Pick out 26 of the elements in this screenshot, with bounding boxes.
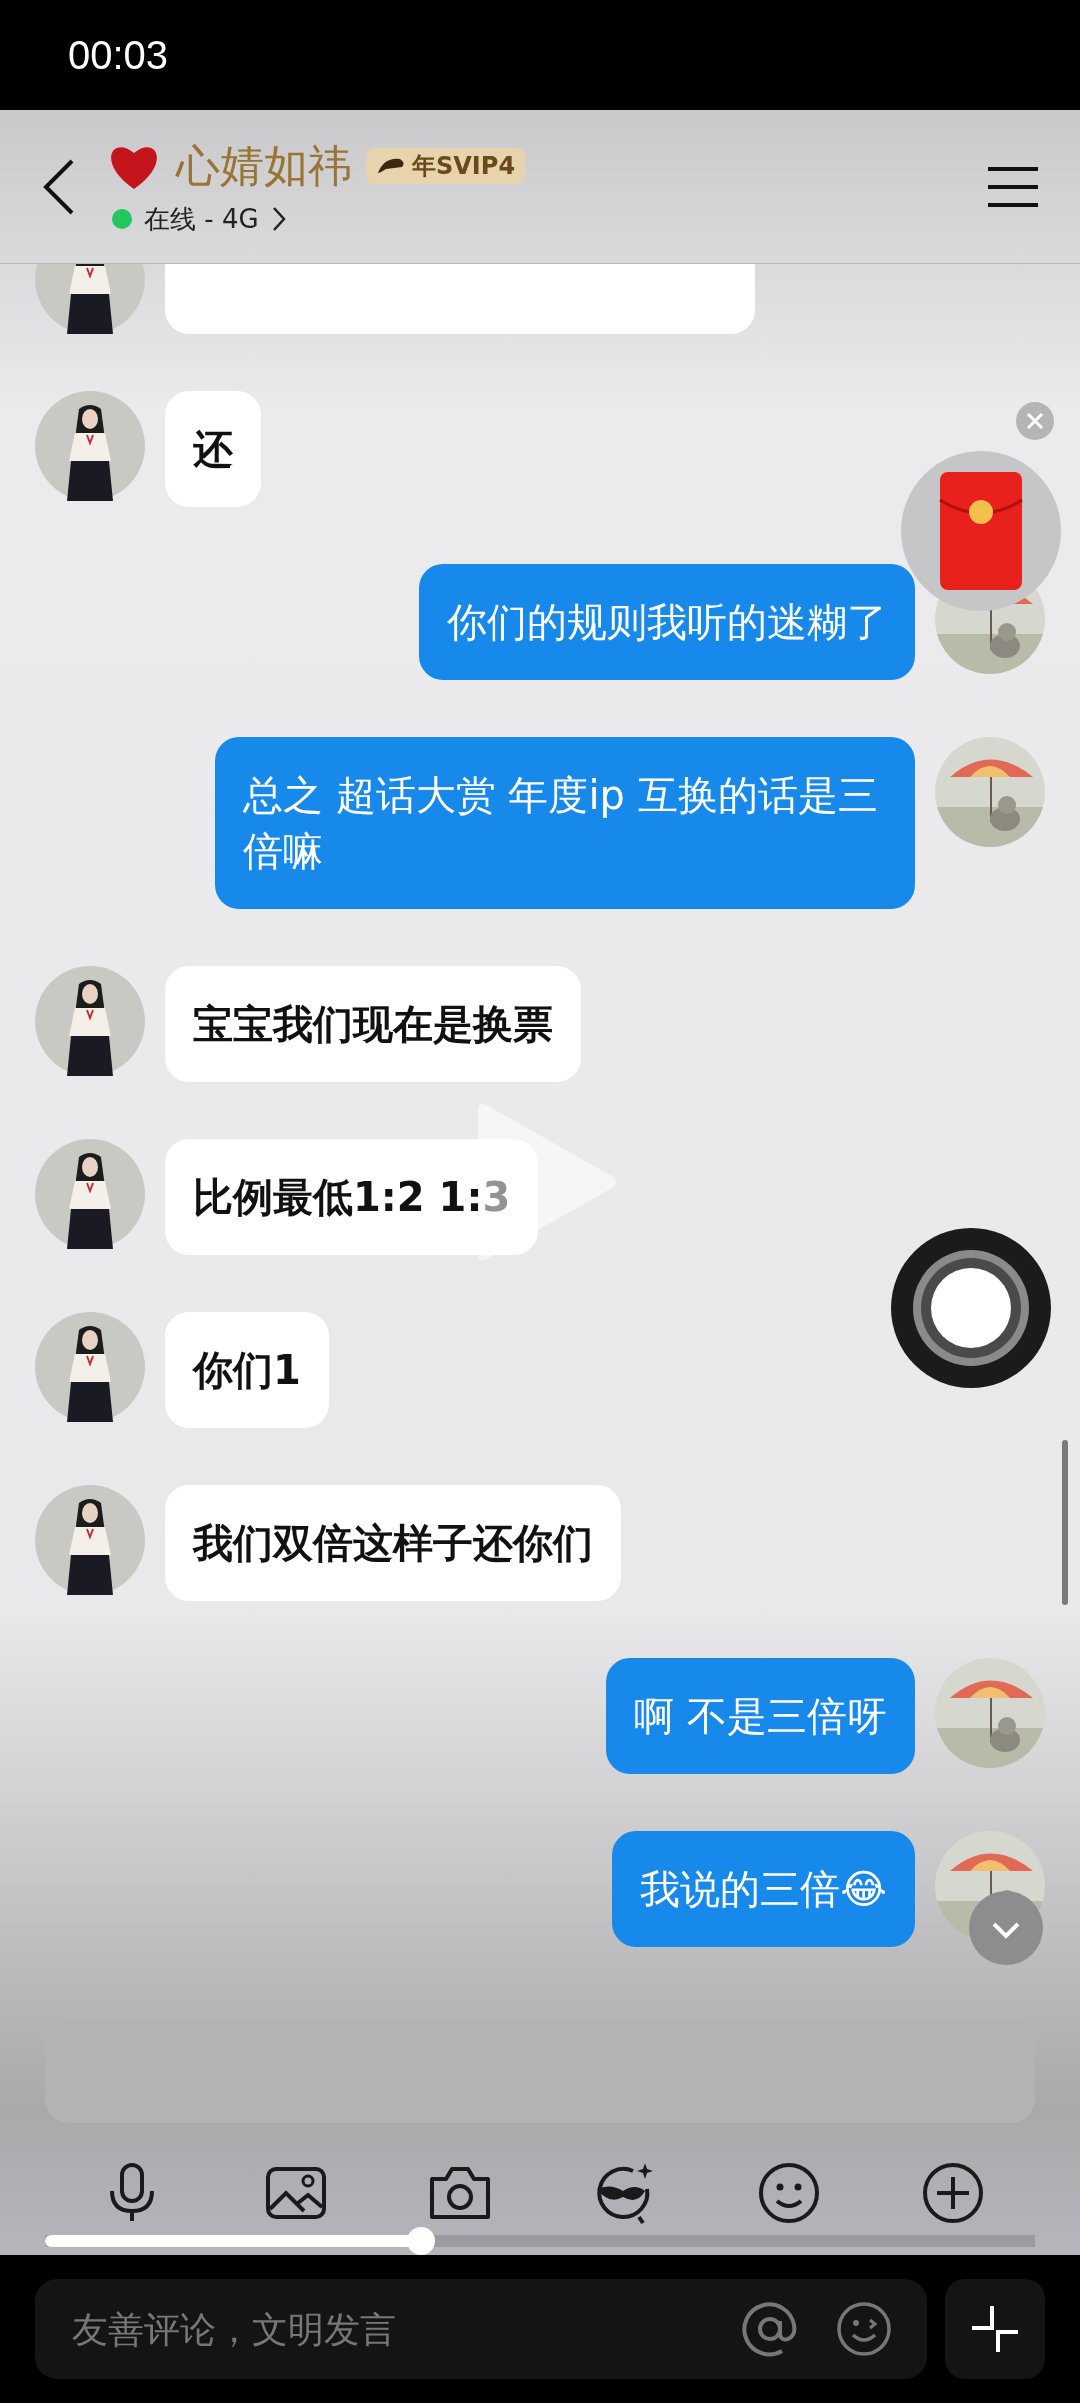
message-bubble: 我说的三倍😂 [612, 1831, 915, 1948]
comment-input[interactable]: 友善评论，文明发言 [70, 2307, 704, 2351]
message-bubble: 还 [165, 391, 261, 508]
message-bubble: 我们双倍这样子还你们 [165, 1485, 621, 1602]
fullscreen-exit-button[interactable] [945, 2279, 1045, 2379]
emoji-icon[interactable] [756, 2161, 821, 2226]
progress-thumb[interactable] [407, 2227, 436, 2256]
chevron-icon[interactable] [270, 206, 287, 233]
menu-icon[interactable] [986, 164, 1040, 209]
message-bubble: 你们的规则我听的迷糊了 [419, 564, 915, 681]
online-status: 在线 - 4G [144, 202, 259, 236]
collapse-icon [970, 2304, 1020, 2354]
scrollbar[interactable] [1062, 1440, 1068, 1605]
message-bubble: 宝宝我们现在是换票 [165, 966, 581, 1083]
vip-badge: 年SVIP4 [366, 148, 526, 185]
plus-icon[interactable] [920, 2161, 985, 2226]
contact-name: 心婧如祎 [176, 138, 352, 193]
comment-field[interactable]: 友善评论，文明发言 [35, 2279, 927, 2379]
assistive-touch-icon[interactable] [890, 1227, 1052, 1389]
message-bubble: 你们1 [165, 1312, 329, 1429]
envelope-icon[interactable] [900, 450, 1062, 612]
clock-time: 00:03 [68, 32, 169, 78]
message-bubble: 啊 不是三倍呀 [606, 1658, 915, 1775]
emoji-icon[interactable] [836, 2301, 892, 2357]
mention-icon[interactable] [742, 2301, 798, 2357]
message-bubble: 总之 超话大赏 年度ip 互换的话是三倍嘛 [215, 737, 915, 910]
